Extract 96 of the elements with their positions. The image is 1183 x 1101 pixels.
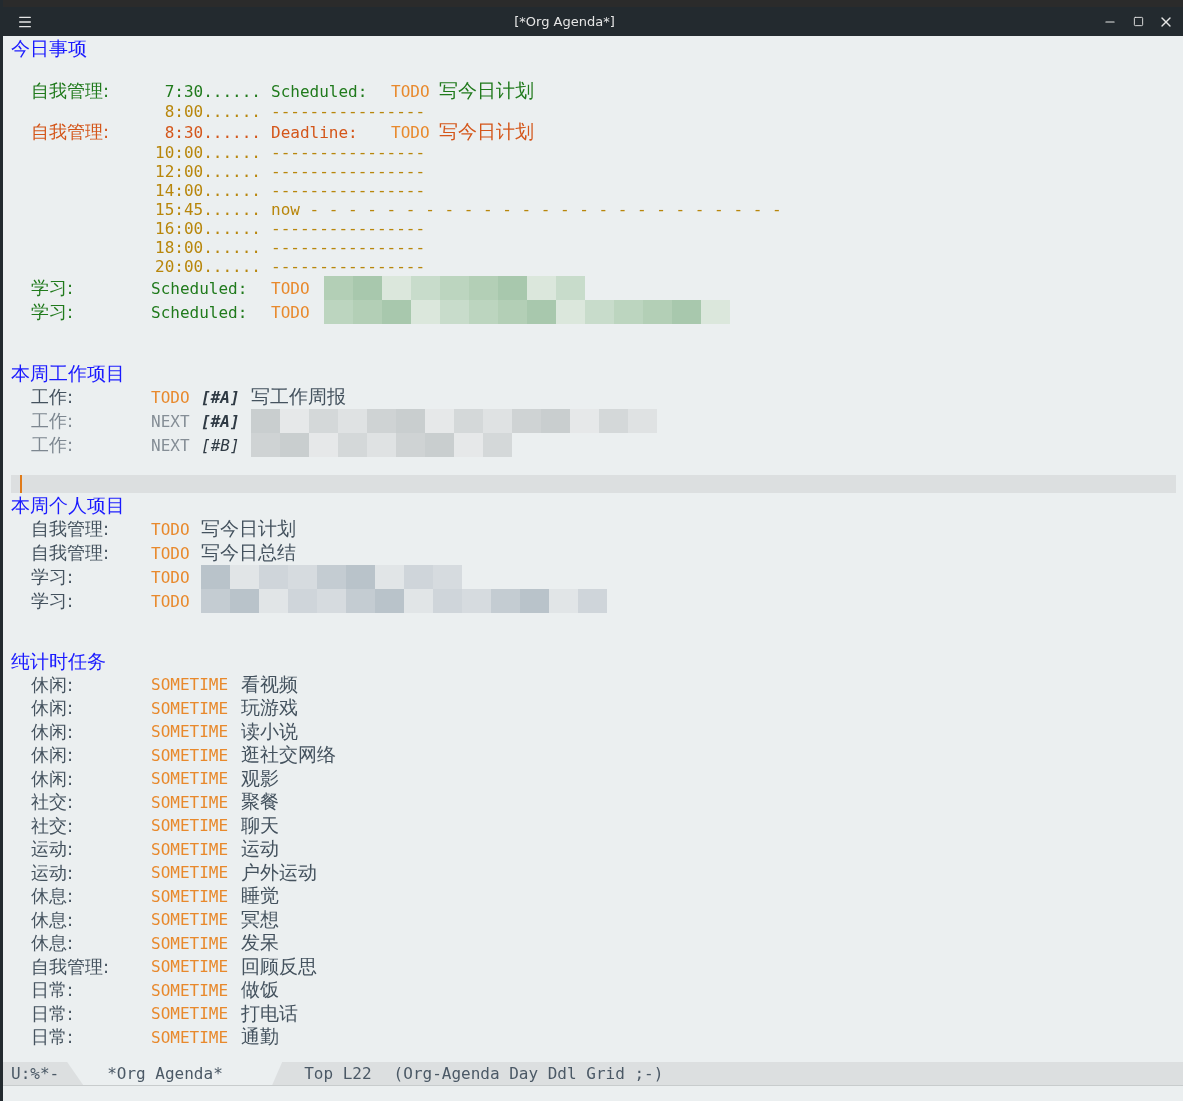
category-label: 学习: (31, 565, 75, 589)
time-label: 10:00...... (154, 143, 261, 162)
cursor-position: Top L22 (303, 1064, 373, 1083)
section-heading: 本周个人项目 (11, 493, 125, 517)
time-label: 16:00...... (154, 219, 261, 238)
todo-keyword: NEXT (151, 411, 191, 431)
time-grid-line: ---------------- (271, 257, 426, 276)
todo-keyword: SOMETIME (151, 910, 230, 930)
category-label: 学习: (31, 589, 75, 613)
section-heading: 纯计时任务 (11, 649, 106, 673)
todo-keyword: SOMETIME (151, 745, 230, 765)
text-cursor (20, 475, 22, 493)
priority-tag: [#A] (201, 411, 251, 431)
time-grid-line: ---------------- (271, 162, 426, 181)
todo-keyword: TODO (151, 543, 191, 563)
category-label: 社交: (31, 790, 75, 815)
category-label: 日常: (31, 1001, 75, 1026)
category-label: 学习: (31, 300, 75, 324)
category-label: 自我管理: (31, 541, 111, 565)
todo-keyword: TODO (271, 278, 311, 298)
todo-keyword: TODO (151, 519, 191, 539)
category-label: 运动: (31, 860, 75, 885)
todo-keyword: SOMETIME (151, 769, 230, 789)
category-label: 休息: (31, 884, 75, 909)
buffer-name: *Org Agenda* (107, 1064, 223, 1083)
category-label: 学习: (31, 276, 75, 300)
time-label: 18:00...... (154, 238, 261, 257)
task-title[interactable]: 写今日计划 (439, 78, 534, 104)
schedule-label: Scheduled: (151, 278, 249, 298)
todo-keyword: SOMETIME (151, 980, 230, 1000)
time-label: 20:00...... (154, 257, 261, 276)
todo-keyword: SOMETIME (151, 792, 230, 812)
time-label: 8:00...... (163, 102, 261, 121)
time-label: 7:30...... (163, 81, 261, 101)
todo-keyword: SOMETIME (151, 698, 230, 718)
todo-keyword: SOMETIME (151, 886, 230, 906)
category-label: 自我管理: (31, 954, 111, 979)
category-label: 休息: (31, 931, 75, 956)
schedule-label: Deadline: (271, 122, 359, 142)
window-title: [*Org Agenda*] (513, 14, 616, 29)
major-modes: (Org-Agenda Day Ddl Grid ;-) (393, 1064, 664, 1083)
time-grid-line: ---------------- (271, 143, 426, 162)
todo-keyword: TODO (151, 567, 191, 587)
todo-keyword: TODO (391, 81, 431, 101)
category-label: 社交: (31, 813, 75, 838)
todo-keyword: SOMETIME (151, 863, 230, 883)
category-label: 工作: (31, 433, 75, 457)
category-label: 休闲: (31, 672, 75, 697)
task-title[interactable]: 写今日计划 (439, 119, 534, 145)
category-label: 日常: (31, 1025, 75, 1050)
time-label: 15:45...... (154, 200, 261, 219)
todo-keyword: TODO (151, 591, 191, 611)
time-label: 14:00...... (154, 181, 261, 200)
todo-keyword: SOMETIME (151, 957, 230, 977)
schedule-label: Scheduled: (151, 302, 249, 322)
task-title[interactable]: 写工作周报 (251, 384, 346, 410)
category-label: 自我管理: (31, 79, 111, 103)
todo-keyword: TODO (151, 387, 191, 407)
category-label: 运动: (31, 837, 75, 862)
now-marker-line: now - - - - - - - - - - - - - - - - - - - - - - - - - (271, 200, 782, 219)
todo-keyword: SOMETIME (151, 933, 230, 953)
category-label: 工作: (31, 409, 75, 433)
todo-keyword: SOMETIME (151, 1027, 230, 1047)
category-label: 自我管理: (31, 120, 111, 144)
todo-keyword: SOMETIME (151, 1004, 230, 1024)
category-label: 工作: (31, 385, 75, 409)
section-heading: 本周工作项目 (11, 361, 125, 385)
category-label: 休闲: (31, 743, 75, 768)
time-grid-line: ---------------- (271, 219, 426, 238)
time-grid-line: ---------------- (271, 181, 426, 200)
schedule-label: Scheduled: (271, 81, 369, 101)
time-grid-line: ---------------- (271, 102, 426, 121)
time-label: 12:00...... (154, 162, 261, 181)
priority-tag: [#A] (201, 387, 251, 407)
category-label: 休闲: (31, 766, 75, 791)
category-label: 休息: (31, 907, 75, 932)
category-label: 日常: (31, 978, 75, 1003)
buffer-status: U:%*- (10, 1064, 61, 1083)
task-title[interactable]: 看视频 (241, 671, 298, 698)
category-label: 休闲: (31, 696, 75, 721)
todo-keyword: SOMETIME (151, 816, 230, 836)
section-heading: 今日事项 (11, 36, 87, 60)
todo-keyword: SOMETIME (151, 839, 230, 859)
category-label: 自我管理: (31, 517, 111, 541)
todo-keyword: NEXT (151, 435, 191, 455)
todo-keyword: TODO (271, 302, 311, 322)
task-title[interactable]: 写今日计划 (201, 516, 296, 542)
todo-keyword: SOMETIME (151, 722, 230, 742)
todo-keyword: SOMETIME (151, 675, 230, 695)
time-grid-line: ---------------- (271, 238, 426, 257)
priority-tag: [#B] (201, 435, 251, 455)
time-label: 8:30...... (163, 122, 261, 142)
task-title[interactable]: 通勤 (241, 1024, 279, 1051)
task-title[interactable]: 写今日总结 (201, 540, 296, 566)
category-label: 休闲: (31, 719, 75, 744)
todo-keyword: TODO (391, 122, 431, 142)
